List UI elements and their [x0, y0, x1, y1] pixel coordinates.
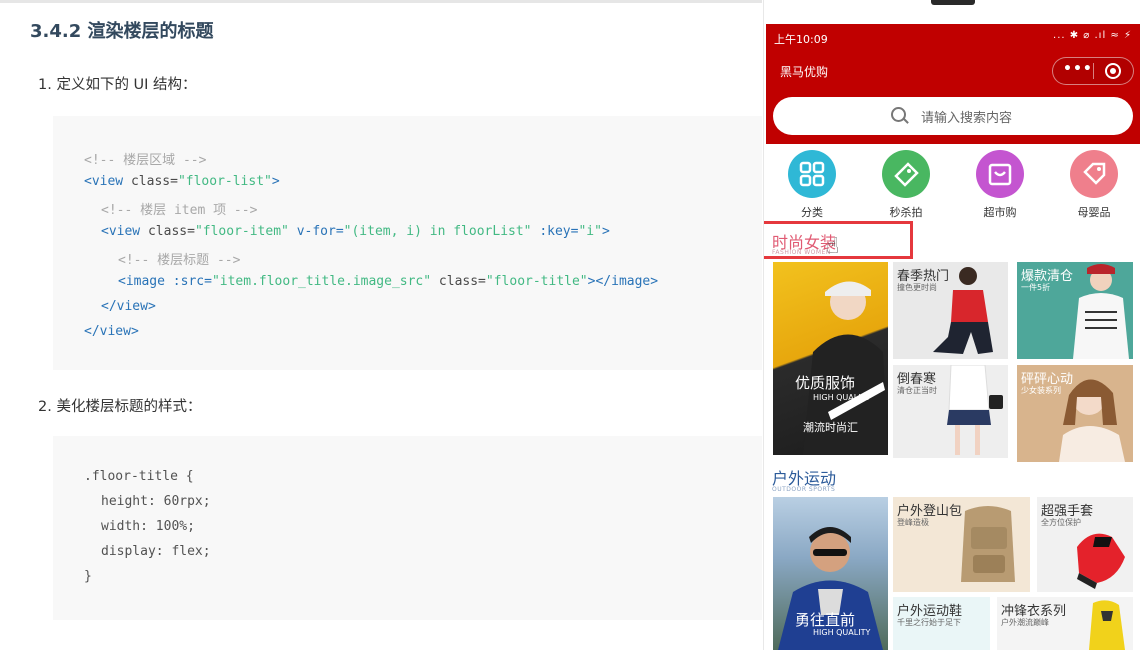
css-selector-line: .floor-title {	[84, 469, 194, 484]
capsule-divider	[1093, 63, 1094, 79]
code-tag: ></image>	[587, 274, 659, 289]
status-time: 上午10:09	[774, 33, 828, 46]
code-tag: <image	[118, 274, 165, 289]
code-tag: <view	[101, 224, 141, 239]
tile-sub: 户外潮流巅峰	[1001, 618, 1049, 627]
grid-icon	[788, 150, 836, 198]
code-string: "floor-list"	[177, 174, 272, 189]
nav-title: 黑马优购	[780, 65, 829, 79]
nav-label-category: 分类	[801, 206, 823, 219]
css-display-line: display: flex;	[101, 544, 211, 559]
hand-cursor-icon: ☝	[826, 234, 840, 259]
nav-item-category[interactable]: 分类	[777, 148, 847, 220]
nav-item-mother-baby[interactable]: 母婴品	[1059, 148, 1129, 220]
code-string: "i"	[578, 224, 602, 239]
code-close-view-outer: </view>	[84, 324, 139, 339]
code-line-floor-list: <view class="floor-list">	[84, 174, 280, 189]
more-icon[interactable]: •••	[1063, 61, 1093, 77]
css-close-brace: }	[84, 569, 92, 584]
doc-panel: 3.4.2 渲染楼层的标题 1. 定义如下的 UI 结构： <!-- 楼层区域 …	[0, 0, 762, 650]
section-heading: 3.4.2 渲染楼层的标题	[30, 21, 214, 42]
code-string: "floor-item"	[194, 224, 289, 239]
floor2-tile-2[interactable]: 户外登山包 登峰造极	[893, 497, 1030, 592]
app-header: 上午10:09 ... ✱ ⌀ .ıl ≈ ⚡ 黑马优购 ••• 请输入搜索内容	[766, 24, 1140, 144]
code-block-ui-structure: <!-- 楼层区域 --> <view class="floor-list"> …	[53, 116, 762, 370]
tile-sub: 清仓正当时	[897, 386, 937, 395]
floor1-tile-big[interactable]: 优质服饰 HIGH QUALITY 潮流时尚汇	[773, 262, 888, 455]
code-tag: >	[271, 174, 280, 189]
status-icons: ... ✱ ⌀ .ıl ≈ ⚡	[1053, 30, 1132, 41]
code-directive: v-for=	[296, 224, 344, 239]
step-2-text: 2. 美化楼层标题的样式：	[38, 399, 202, 415]
phone-simulator: 上午10:09 ... ✱ ⌀ .ıl ≈ ⚡ 黑马优购 ••• 请输入搜索内容…	[763, 0, 1141, 650]
floor1-tile-4[interactable]: 倒春寒 清仓正当时	[893, 365, 1008, 458]
floor2-tile-3[interactable]: 超强手套 全方位保护	[1037, 497, 1133, 592]
tile-sub: HIGH QUALITY	[813, 628, 871, 637]
tile-sub: 少女装系列	[1021, 386, 1061, 395]
tile-sub: 全方位保护	[1041, 518, 1081, 527]
code-tag: <view	[84, 174, 124, 189]
code-directive: :key=	[539, 224, 579, 239]
code-block-floor-title-style: .floor-title { height: 60rpx; width: 100…	[53, 436, 762, 620]
code-comment-floor-area: <!-- 楼层区域 -->	[84, 153, 207, 168]
code-line-floor-item: <view class="floor-item" v-for="(item, i…	[101, 224, 610, 239]
floor2-tile-4[interactable]: 户外运动鞋 千里之行始于足下	[893, 597, 990, 650]
code-string: "item.floor_title.image_src"	[211, 274, 432, 289]
tile-label: 勇往直前	[795, 611, 856, 629]
floor-subtitle-fashion: FASHION WOMEN	[772, 249, 831, 256]
tile-sub-label: 潮流时尚汇	[803, 421, 858, 434]
code-comment-floor-item: <!-- 楼层 item 项 -->	[101, 203, 258, 218]
tag-icon	[882, 150, 930, 198]
tile-sub: 登峰造极	[897, 518, 929, 527]
floor1-tile-2[interactable]: 春季热门 撞色更时尚	[893, 262, 1008, 359]
doc-top-divider	[0, 0, 762, 3]
css-width-line: width: 100%;	[101, 519, 195, 534]
step-1-text: 1. 定义如下的 UI 结构：	[38, 77, 197, 93]
code-comment-floor-title: <!-- 楼层标题 -->	[118, 253, 241, 268]
code-directive: :src=	[172, 274, 212, 289]
tile-sub: 撞色更时尚	[897, 283, 937, 292]
nav-label-supermarket: 超市购	[983, 206, 1017, 219]
search-placeholder: 请输入搜索内容	[921, 111, 1013, 126]
tile-sub: HIGH QUALITY	[813, 393, 871, 402]
code-string: "floor-title"	[485, 274, 588, 289]
code-line-image: <image :src="item.floor_title.image_src"…	[118, 274, 658, 289]
floor1-tile-3[interactable]: 爆款清仓 一件5折	[1017, 262, 1133, 359]
nav-label-flash-sale: 秒杀拍	[889, 206, 923, 219]
bag-icon	[976, 150, 1024, 198]
nav-list: 分类 秒杀拍 超市购 母婴品	[764, 148, 1141, 220]
floor1-tile-5[interactable]: 砰砰心动 少女装系列	[1017, 365, 1133, 462]
floor2-tile-big[interactable]: 勇往直前 HIGH QUALITY	[773, 497, 888, 650]
tile-label: 优质服饰	[795, 374, 856, 392]
nav-item-supermarket[interactable]: 超市购	[965, 148, 1035, 220]
floor2-tile-5[interactable]: 冲锋衣系列 户外潮流巅峰	[997, 597, 1133, 650]
nav-item-flash-sale[interactable]: 秒杀拍	[871, 148, 941, 220]
search-box[interactable]: 请输入搜索内容	[773, 97, 1133, 135]
search-icon	[891, 107, 906, 122]
code-attr: class=	[130, 174, 178, 189]
css-height-line: height: 60rpx;	[101, 494, 211, 509]
code-string: "(item, i) in floorList"	[343, 224, 532, 239]
simulator-notch	[931, 0, 975, 5]
tile-sub: 千里之行始于足下	[897, 618, 961, 627]
code-attr: class=	[147, 224, 195, 239]
floor-subtitle-outdoor: OUTDOOR SPORTS	[772, 486, 836, 493]
tile-sub: 一件5折	[1021, 283, 1051, 292]
menu-capsule[interactable]: •••	[1052, 57, 1134, 85]
close-target-icon[interactable]	[1105, 63, 1121, 79]
code-attr: class=	[438, 274, 486, 289]
code-close-view-inner: </view>	[101, 299, 156, 314]
code-tag: >	[601, 224, 610, 239]
nav-label-mother-baby: 母婴品	[1077, 206, 1111, 219]
label-icon	[1070, 150, 1118, 198]
